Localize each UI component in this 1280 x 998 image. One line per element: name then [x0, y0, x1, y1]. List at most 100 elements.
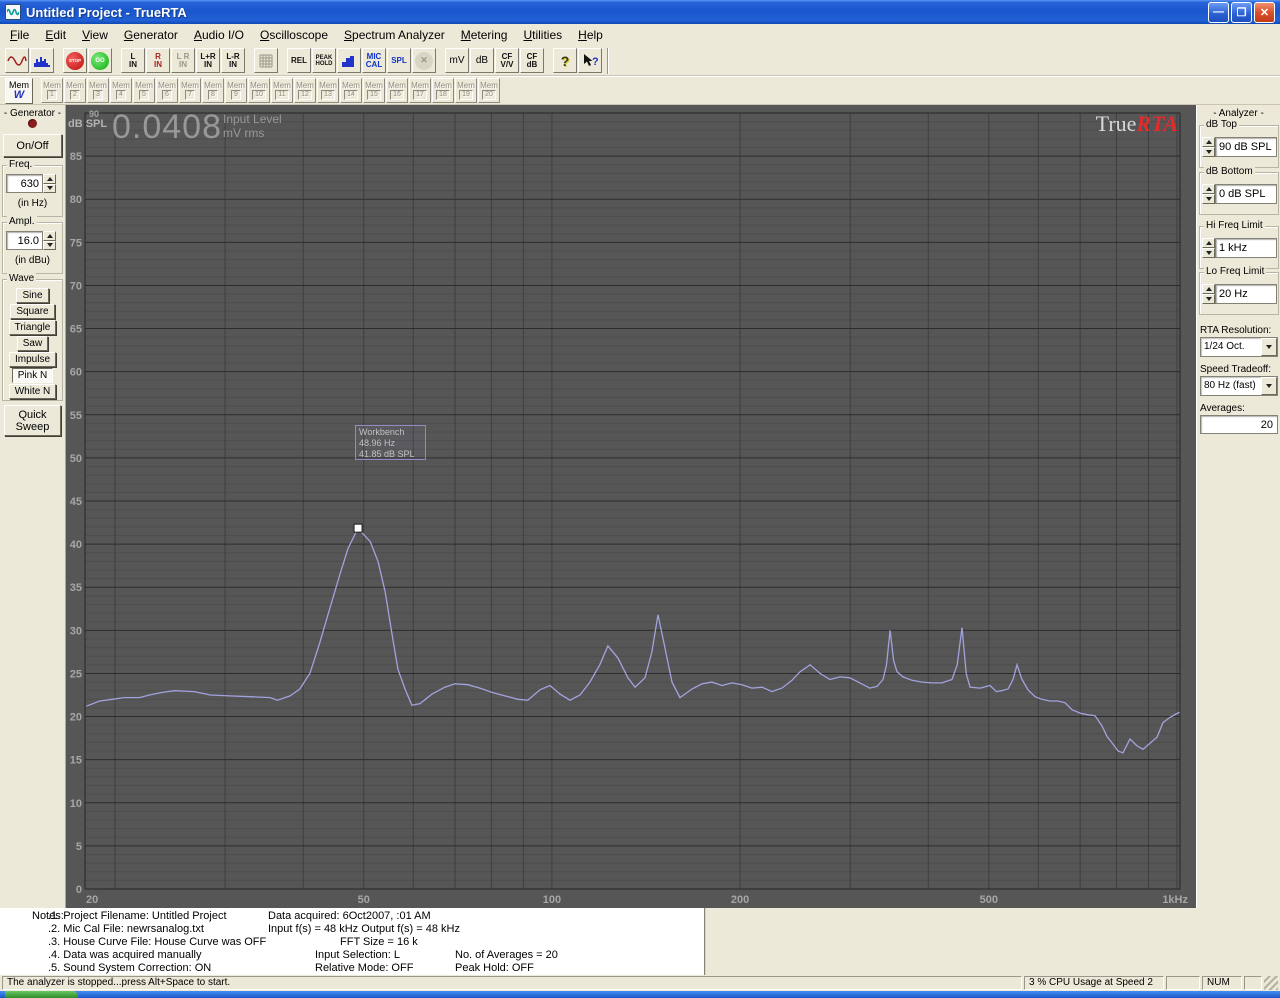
wave-triangle-button[interactable]: Triangle [9, 320, 57, 335]
mic-cal-button[interactable]: MICCAL [362, 48, 386, 73]
spectrum-chart[interactable]: 051015202530354045505560657075808590dB S… [66, 105, 1196, 908]
input-level-value: 0.0408 [112, 108, 222, 147]
quick-sweep-button[interactable]: Quick Sweep [4, 405, 61, 436]
wave-group: Wave SineSquareTriangleSawImpulsePink NW… [2, 279, 63, 401]
menu-help[interactable]: Help [570, 25, 611, 45]
status-spacer [1166, 976, 1200, 990]
maximize-button[interactable]: ❐ [1231, 2, 1252, 23]
wave-square-button[interactable]: Square [10, 304, 54, 319]
menu-view[interactable]: View [74, 25, 116, 45]
peak-hold-button[interactable]: PEAKHOLD [312, 48, 336, 73]
close-button[interactable]: ✕ [1254, 2, 1275, 23]
sine-generator-button[interactable] [5, 48, 29, 73]
frequency-input[interactable]: 630 [6, 174, 43, 193]
cpu-usage-indicator: 3 % CPU Usage at Speed 2 [1024, 976, 1164, 990]
svg-text:25: 25 [70, 668, 82, 680]
status-bar: The analyzer is stopped...press Alt+Spac… [0, 975, 1280, 991]
menu-edit[interactable]: Edit [37, 25, 74, 45]
millivolt-units-button[interactable]: mV [445, 48, 469, 73]
lo-freq-limit-up-button[interactable] [1202, 284, 1215, 294]
grid-toggle-icon [259, 54, 273, 68]
svg-text:5: 5 [76, 841, 82, 853]
menu-spectrum-analyzer[interactable]: Spectrum Analyzer [336, 25, 453, 45]
windows-taskbar[interactable] [0, 991, 1280, 998]
svg-text:0: 0 [76, 884, 82, 896]
bar-display-button[interactable] [337, 48, 361, 73]
db-bottom-down-button[interactable] [1202, 194, 1215, 204]
help-button[interactable]: ? [553, 48, 577, 73]
frequency-down-button[interactable] [43, 184, 56, 194]
amplitude-input[interactable]: 16.0 [6, 231, 43, 250]
wave-impulse-button[interactable]: Impulse [9, 352, 56, 367]
minimize-button[interactable]: — [1208, 2, 1229, 23]
chevron-down-icon[interactable] [1261, 338, 1277, 356]
svg-text:dB SPL: dB SPL [68, 118, 107, 130]
amplitude-group: Ampl. 16.0 (in dBu) [2, 222, 63, 274]
menu-oscilloscope[interactable]: Oscilloscope [252, 25, 336, 45]
help-icon: ? [561, 53, 570, 69]
menu-metering[interactable]: Metering [453, 25, 516, 45]
svg-text:40: 40 [70, 539, 82, 551]
menu-file[interactable]: File [2, 25, 37, 45]
db-top-down-button[interactable] [1202, 147, 1215, 157]
memory-bar: Mem W Mem1Mem2Mem3Mem4Mem5Mem6Mem7Mem8Me… [0, 76, 1280, 105]
menu-utilities[interactable]: Utilities [515, 25, 570, 45]
menu-bar: FileEditViewGeneratorAudio I/OOscillosco… [0, 24, 1280, 46]
resize-grip[interactable] [1264, 976, 1278, 990]
status-message: The analyzer is stopped...press Alt+Spac… [2, 976, 1022, 990]
db-top-input[interactable]: 90 dB SPL [1215, 137, 1277, 157]
crest-factor-db-button[interactable]: CFdB [520, 48, 544, 73]
sum-input-button[interactable]: L+RIN [196, 48, 220, 73]
go-icon: GO [91, 52, 109, 70]
db-bottom-input[interactable]: 0 dB SPL [1215, 184, 1277, 204]
left-input-button[interactable]: LIN [121, 48, 145, 73]
spl-button[interactable]: SPL [387, 48, 411, 73]
start-button[interactable] [5, 991, 78, 998]
memory-20-button: Mem20 [478, 78, 500, 103]
hi-freq-limit-up-button[interactable] [1202, 238, 1215, 248]
memory-3-button: Mem3 [87, 78, 109, 103]
db-top-up-button[interactable] [1202, 137, 1215, 147]
diff-input-button[interactable]: L-RIN [221, 48, 245, 73]
hi-freq-limit-input[interactable]: 1 kHz [1215, 238, 1277, 258]
context-help-button[interactable]: ? [578, 48, 602, 73]
notes-area[interactable]: Notes: .1. Project Filename: Untitled Pr… [0, 908, 706, 975]
relative-mode-button[interactable]: REL [287, 48, 311, 73]
crest-factor-vv-button[interactable]: CFV/V [495, 48, 519, 73]
lo-freq-limit-down-button[interactable] [1202, 294, 1215, 304]
averages-input[interactable]: 20 [1200, 415, 1278, 434]
memory-2-button: Mem2 [64, 78, 86, 103]
num-lock-indicator: NUM [1202, 976, 1242, 990]
hi-freq-limit-down-button[interactable] [1202, 248, 1215, 258]
lo-freq-limit-input[interactable]: 20 Hz [1215, 284, 1277, 304]
generator-onoff-button[interactable]: On/Off [3, 134, 62, 157]
memory-9-button: Mem9 [225, 78, 247, 103]
memory-working-button[interactable]: Mem W [5, 78, 33, 104]
frequency-up-button[interactable] [43, 174, 56, 184]
menu-audio-i-o[interactable]: Audio I/O [186, 25, 252, 45]
svg-text:15: 15 [70, 755, 82, 767]
wave-pink-n-button[interactable]: Pink N [12, 368, 53, 383]
wave-sine-button[interactable]: Sine [16, 288, 48, 303]
spectrum-analyzer-view-icon [33, 54, 51, 68]
right-input-button[interactable]: RIN [146, 48, 170, 73]
memory-13-button: Mem13 [317, 78, 339, 103]
svg-text:200: 200 [731, 894, 749, 906]
rta-resolution-dropdown[interactable]: 1/24 Oct. [1200, 337, 1278, 357]
wave-saw-button[interactable]: Saw [17, 336, 48, 351]
db-units-button[interactable]: dB [470, 48, 494, 73]
svg-text:50: 50 [358, 894, 370, 906]
spectrum-analyzer-view-button[interactable] [30, 48, 54, 73]
amplitude-up-button[interactable] [43, 231, 56, 241]
go-button[interactable]: GO [88, 48, 112, 73]
wave-white-n-button[interactable]: White N [9, 384, 57, 399]
db-bottom-up-button[interactable] [1202, 184, 1215, 194]
memory-14-button: Mem14 [340, 78, 362, 103]
amplitude-down-button[interactable] [43, 241, 56, 251]
chevron-down-icon[interactable] [1261, 377, 1277, 395]
speed-tradeoff-dropdown[interactable]: 80 Hz (fast) [1200, 376, 1278, 396]
memory-6-button: Mem6 [156, 78, 178, 103]
grid-toggle-button [254, 48, 278, 73]
menu-generator[interactable]: Generator [116, 25, 186, 45]
stop-button[interactable]: STOP [63, 48, 87, 73]
